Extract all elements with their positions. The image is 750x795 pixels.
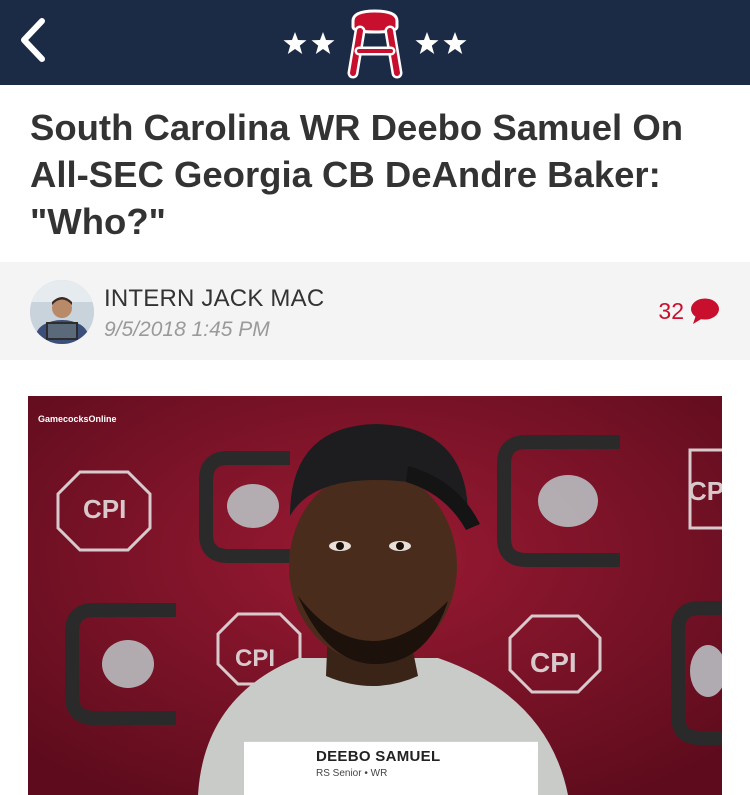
left-stars <box>283 31 335 55</box>
svg-text:CPI: CPI <box>235 645 275 672</box>
top-navbar <box>0 0 750 85</box>
right-stars <box>415 31 467 55</box>
barstool-logo-icon[interactable] <box>347 7 403 79</box>
author-avatar[interactable] <box>30 280 94 344</box>
article-headline: South Carolina WR Deebo Samuel On All-SE… <box>30 107 684 242</box>
svg-text:CP: CP <box>688 476 722 506</box>
comment-count: 32 <box>658 297 684 324</box>
avatar-image <box>30 280 94 344</box>
svg-text:CPI: CPI <box>83 494 126 524</box>
photo-illustration: CPI CPI CPI CP <box>28 396 722 795</box>
post-date: 9/5/2018 1:45 PM <box>104 318 270 341</box>
star-icon <box>311 31 335 54</box>
article-photo[interactable]: CPI CPI CPI CP GamecocksOnline DEEBO SAM… <box>28 396 722 795</box>
star-icon <box>443 31 467 54</box>
star-icon <box>415 31 439 54</box>
nav-logo-group <box>0 0 750 85</box>
svg-text:CPI: CPI <box>530 647 577 678</box>
comments-button[interactable]: 32 <box>658 296 720 326</box>
author-name[interactable]: INTERN JACK MAC <box>104 285 324 313</box>
author-bar: INTERN JACK MAC 9/5/2018 1:45 PM 32 <box>0 262 750 360</box>
caption-subtitle: RS Senior • WR <box>316 768 388 779</box>
lower-third-caption: DEEBO SAMUEL RS Senior • WR <box>244 741 538 795</box>
speech-bubble-icon <box>691 298 719 324</box>
star-icon <box>283 31 307 54</box>
caption-name: DEEBO SAMUEL <box>316 748 441 765</box>
image-watermark: GamecocksOnline <box>38 414 117 424</box>
